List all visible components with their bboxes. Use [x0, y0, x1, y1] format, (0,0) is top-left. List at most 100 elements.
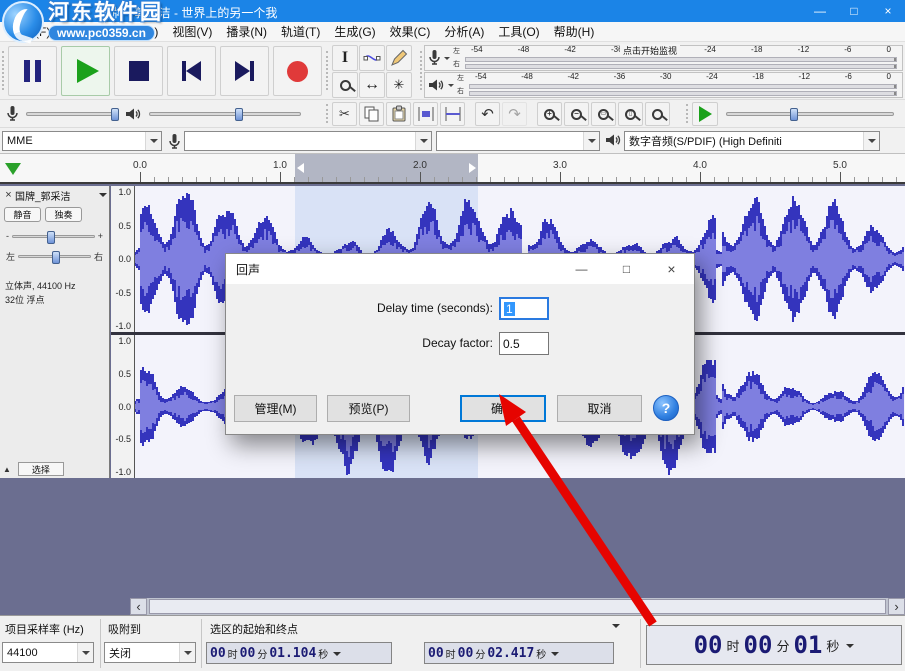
selection-start-field[interactable]: 00时 00分 01.104秒 — [206, 642, 392, 664]
vertical-ruler-right-channel[interactable]: 1.00.50.0-0.5-1.0 — [111, 335, 135, 478]
toolbar-grip[interactable] — [2, 51, 5, 91]
field-caret-icon[interactable] — [551, 652, 559, 660]
toolbar-grip[interactable] — [326, 51, 329, 91]
record-button[interactable] — [273, 46, 322, 96]
dropdown-caret-icon[interactable] — [863, 132, 879, 150]
copy-button[interactable] — [359, 102, 384, 126]
input-device-select[interactable] — [184, 131, 432, 151]
menu-transport[interactable]: 播录(N) — [219, 22, 274, 41]
envelope-tool-button[interactable] — [359, 45, 385, 71]
toolbar-grip[interactable] — [326, 104, 329, 123]
vertical-ruler-left-channel[interactable]: 1.00.50.0-0.5-1.0 — [111, 186, 135, 332]
trim-button[interactable] — [413, 102, 438, 126]
monitor-hint[interactable]: 点击开始监视 — [620, 44, 680, 57]
recording-meter[interactable]: 左右 -54-48-42-36-30-24-18-12-60 点击开始监视 — [424, 45, 903, 71]
menu-effect[interactable]: 效果(C) — [383, 22, 438, 41]
audio-position-field[interactable]: 00时 00分 01秒 — [646, 625, 902, 665]
toolbar-grip[interactable] — [420, 51, 423, 91]
track-name-menu[interactable]: 国牌_郭采洁 — [15, 188, 99, 203]
dialog-titlebar[interactable]: 回声 — □ × — [226, 254, 694, 284]
skip-end-button[interactable] — [220, 46, 269, 96]
meter-menu-caret[interactable] — [444, 57, 450, 63]
timeshift-tool-button[interactable]: ↔ — [359, 72, 385, 98]
horizontal-scrollbar[interactable]: ‹ › — [130, 598, 905, 615]
menu-tools[interactable]: 工具(O) — [491, 22, 546, 41]
undo-button[interactable]: ↶ — [475, 102, 500, 126]
play-button[interactable] — [61, 46, 110, 96]
window-minimize-button[interactable]: — — [803, 0, 837, 22]
field-caret-icon[interactable] — [333, 652, 341, 660]
help-button[interactable]: ? — [653, 395, 679, 421]
dropdown-caret-icon[interactable] — [583, 132, 599, 150]
meter-menu-caret[interactable] — [448, 84, 454, 90]
slider-thumb[interactable] — [47, 231, 55, 244]
decay-factor-input[interactable]: 0.5 — [499, 332, 549, 355]
playback-volume-slider[interactable] — [149, 112, 301, 116]
ok-button[interactable]: 确定 — [460, 395, 546, 422]
dropdown-caret-icon[interactable] — [145, 132, 161, 150]
menu-tracks[interactable]: 轨道(T) — [274, 22, 327, 41]
zoom-selection-button[interactable]: ▭ — [591, 102, 616, 126]
menu-generate[interactable]: 生成(G) — [327, 22, 382, 41]
delay-time-input[interactable]: 1 — [499, 297, 549, 320]
dropdown-caret-icon[interactable] — [179, 643, 195, 662]
menu-help[interactable]: 帮助(H) — [547, 22, 602, 41]
scrollbar-thumb[interactable] — [149, 599, 886, 614]
quickplay-pin-icon[interactable] — [5, 163, 21, 175]
selection-format-caret-icon[interactable] — [612, 624, 620, 632]
field-caret-icon[interactable] — [846, 644, 854, 652]
track-menu-caret-icon[interactable] — [99, 193, 107, 201]
host-select[interactable]: MME — [2, 131, 162, 151]
snap-select[interactable]: 关闭 — [104, 642, 196, 663]
selection-format-menu[interactable]: 选区的起始和终点 — [210, 621, 298, 637]
pause-button[interactable] — [8, 46, 57, 96]
dropdown-caret-icon[interactable] — [77, 643, 93, 662]
output-device-select[interactable]: 数字音频(S/PDIF) (High Definiti — [624, 131, 880, 151]
playback-meter[interactable]: 左右 -54-48-42-36-30-24-18-12-60 — [424, 72, 903, 98]
playback-speed-slider[interactable] — [726, 112, 894, 116]
track-collapse-button[interactable]: ▲ — [3, 465, 11, 474]
zoom-fit-button[interactable]: ▯ — [618, 102, 643, 126]
selection-tool-button[interactable]: I — [332, 45, 358, 71]
solo-button[interactable]: 独奏 — [45, 207, 82, 222]
mute-button[interactable]: 静音 — [4, 207, 41, 222]
timeline-ruler[interactable]: 0.0 1.0 2.0 3.0 4.0 5.0 — [0, 154, 905, 184]
dialog-close-button[interactable]: × — [649, 254, 694, 284]
cut-button[interactable]: ✂ — [332, 102, 357, 126]
track-select-button[interactable]: 选择 — [18, 462, 64, 476]
toolbar-grip[interactable] — [686, 104, 689, 123]
slider-thumb[interactable] — [52, 251, 60, 264]
window-maximize-button[interactable]: □ — [837, 0, 871, 22]
manage-button[interactable]: 管理(M) — [234, 395, 317, 422]
skip-start-button[interactable] — [167, 46, 216, 96]
pan-slider[interactable] — [18, 255, 91, 258]
stop-button[interactable] — [114, 46, 163, 96]
multi-tool-button[interactable]: ✳ — [386, 72, 412, 98]
paste-button[interactable] — [386, 102, 411, 126]
zoom-tool-button[interactable] — [332, 72, 358, 98]
dialog-maximize-button[interactable]: □ — [604, 254, 649, 284]
zoom-out-button[interactable]: − — [564, 102, 589, 126]
draw-tool-button[interactable] — [386, 45, 412, 71]
cancel-button[interactable]: 取消 — [557, 395, 642, 422]
track-close-button[interactable]: × — [2, 189, 15, 201]
selection-end-field[interactable]: 00时 00分 02.417秒 — [424, 642, 614, 664]
slider-thumb[interactable] — [235, 108, 243, 121]
dialog-minimize-button[interactable]: — — [559, 254, 604, 284]
menu-view[interactable]: 视图(V) — [165, 22, 219, 41]
zoom-toggle-button[interactable] — [645, 102, 670, 126]
scroll-right-button[interactable]: › — [888, 598, 905, 615]
input-channels-select[interactable] — [436, 131, 600, 151]
redo-button[interactable]: ↷ — [502, 102, 527, 126]
slider-thumb[interactable] — [111, 108, 119, 121]
slider-thumb[interactable] — [790, 108, 798, 121]
recording-volume-slider[interactable] — [26, 112, 118, 116]
window-close-button[interactable]: × — [871, 0, 905, 22]
dropdown-caret-icon[interactable] — [415, 132, 431, 150]
preview-button[interactable]: 预览(P) — [327, 395, 410, 422]
project-rate-select[interactable]: 44100 — [2, 642, 94, 663]
play-at-speed-button[interactable] — [692, 102, 718, 126]
gain-slider[interactable] — [12, 235, 95, 238]
menu-analyze[interactable]: 分析(A) — [437, 22, 491, 41]
silence-button[interactable] — [440, 102, 465, 126]
